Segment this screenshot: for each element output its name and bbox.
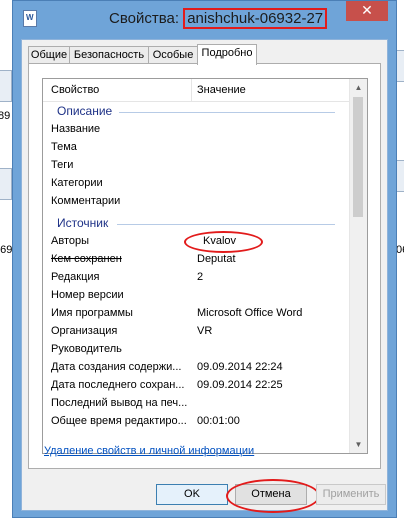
list-item[interactable]: Имя программы Microsoft Office Word xyxy=(43,305,351,323)
column-header-value[interactable]: Значение xyxy=(197,84,246,96)
annotation-circle-authors xyxy=(184,231,263,253)
dialog-client-area: Общие Безопасность Особые Подробно Свойс… xyxy=(21,39,388,513)
list-item[interactable]: Руководитель xyxy=(43,341,351,359)
desktop-file-icon xyxy=(0,70,12,102)
scroll-up-arrow-icon[interactable]: ▲ xyxy=(350,79,367,96)
details-panel: Свойство Значение Описание Название Тема… xyxy=(28,63,381,469)
properties-dialog: Свойства: anishchuk-06932-27 ✕ Общие Без… xyxy=(12,0,397,518)
desktop-file-label: 89 xyxy=(0,110,11,122)
list-item[interactable]: Категории xyxy=(43,175,351,193)
list-item[interactable]: Кем сохранен Deputat xyxy=(43,251,351,269)
annotation-circle-cancel xyxy=(226,479,320,513)
tab-details[interactable]: Подробно xyxy=(197,44,257,65)
window-title: Свойства: anishchuk-06932-27 xyxy=(109,8,328,29)
list-item[interactable]: Организация VR xyxy=(43,323,351,341)
tab-custom[interactable]: Особые xyxy=(148,46,198,64)
group-label: Источник xyxy=(57,216,109,230)
column-divider[interactable] xyxy=(191,79,192,101)
properties-list[interactable]: Свойство Значение Описание Название Тема… xyxy=(42,78,368,454)
list-item[interactable]: Теги xyxy=(43,157,351,175)
title-bar[interactable]: Свойства: anishchuk-06932-27 ✕ xyxy=(13,1,396,37)
list-item[interactable]: Тема xyxy=(43,139,351,157)
scroll-down-arrow-icon[interactable]: ▼ xyxy=(350,436,367,453)
group-header-source: Источник xyxy=(43,215,351,233)
word-document-icon xyxy=(23,10,37,27)
list-item[interactable]: Комментарии xyxy=(43,193,351,211)
list-item[interactable]: Последний вывод на печ... xyxy=(43,395,351,413)
tab-general[interactable]: Общие xyxy=(28,46,70,64)
scroll-thumb[interactable] xyxy=(353,97,363,217)
apply-button: Применить xyxy=(316,484,386,505)
close-button[interactable]: ✕ xyxy=(346,1,388,21)
list-item[interactable]: Номер версии xyxy=(43,287,351,305)
list-item[interactable]: Название xyxy=(43,121,351,139)
desktop-file-label: 069 xyxy=(396,244,404,256)
title-filename: anishchuk-06932-27 xyxy=(183,8,328,29)
group-label: Описание xyxy=(57,104,113,118)
list-item[interactable]: Общее время редактиро... 00:01:00 xyxy=(43,413,351,431)
vertical-scrollbar[interactable]: ▲ ▼ xyxy=(349,79,367,453)
list-item[interactable]: Дата создания содержи... 09.09.2014 22:24 xyxy=(43,359,351,377)
remove-properties-link[interactable]: Удаление свойств и личной информации xyxy=(44,445,254,457)
group-divider xyxy=(119,112,335,113)
desktop-file-icon xyxy=(0,168,12,200)
group-divider xyxy=(117,224,335,225)
column-header-property[interactable]: Свойство xyxy=(51,84,99,96)
list-item[interactable]: Редакция 2 xyxy=(43,269,351,287)
desktop-file-label: 069 xyxy=(0,244,13,256)
list-item[interactable]: Дата последнего сохран... 09.09.2014 22:2… xyxy=(43,377,351,395)
ok-button[interactable]: OK xyxy=(156,484,228,505)
group-header-description: Описание xyxy=(43,103,351,121)
title-prefix: Свойства: xyxy=(109,10,184,27)
tab-security[interactable]: Безопасность xyxy=(69,46,149,64)
list-header: Свойство Значение xyxy=(43,79,351,102)
